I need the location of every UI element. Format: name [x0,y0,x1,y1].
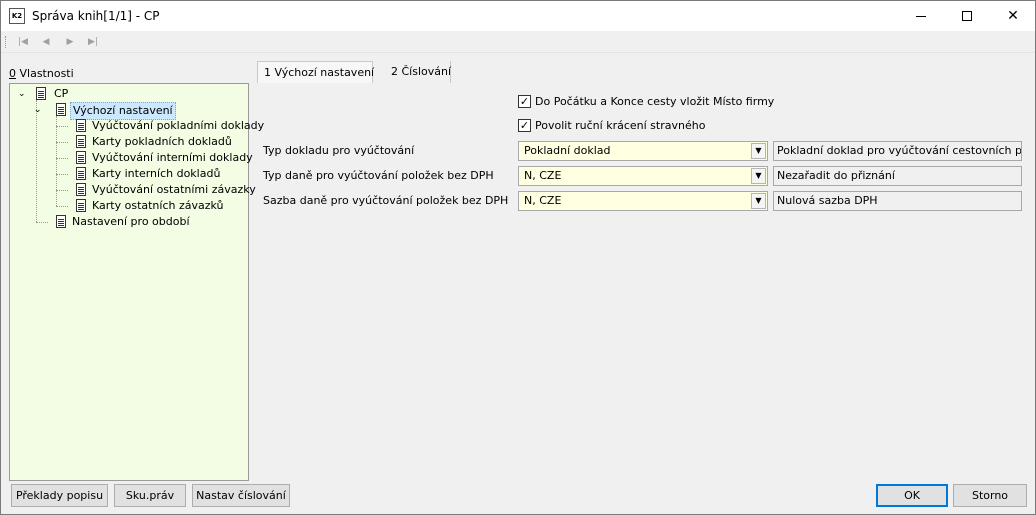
field-label-tax-rate: Sazba daně pro vyúčtování položek bez DP… [263,194,509,207]
combobox-value: Pokladní doklad [524,144,611,157]
tree-node-label: CP [54,87,69,100]
document-icon [76,183,86,196]
document-icon [76,167,86,180]
translations-button[interactable]: Překlady popisu [11,484,108,507]
tree-node-cp[interactable]: ⌄ CP [18,86,238,102]
tree-node-child[interactable]: Vyúčtování interními doklady [68,150,253,166]
combobox-value: N, CZE [524,169,562,182]
tab-numbering[interactable]: 2 Číslování [385,61,451,83]
dropdown-arrow-icon[interactable]: ▼ [751,168,766,184]
properties-label-text: Vlastnosti [16,67,74,80]
tree-connector [56,206,68,207]
checkbox-meal-reduction[interactable]: ✓ [518,119,531,132]
tax-rate-description: Nulová sazba DPH [773,191,1022,211]
tree-node-child[interactable]: Vyúčtování pokladními doklady [68,118,264,134]
document-icon [56,103,66,116]
close-icon: ✕ [1007,8,1019,24]
properties-hotkey: 0 [9,67,16,80]
tax-type-description: Nezařadit do přiznání [773,166,1022,186]
tree-node-label: Karty ostatních závazků [92,199,224,212]
document-icon [36,87,46,100]
document-type-combobox[interactable]: Pokladní doklad ▼ [518,141,768,161]
tree-node-label: Vyúčtování pokladními doklady [92,119,265,132]
tab-default-settings[interactable]: 1 Výchozí nastavení [257,61,374,83]
tree-node-child[interactable]: Karty pokladních dokladů [68,134,248,150]
document-type-description: Pokladní doklad pro vyúčtování cestovníc… [773,141,1022,161]
tree-node-label: Vyúčtování interními doklady [92,151,253,164]
maximize-button[interactable] [944,1,990,31]
app-logo-icon: K2 [9,8,25,24]
tree-node-child[interactable]: Vyúčtování ostatními závazky [68,182,256,198]
tax-type-combobox[interactable]: N, CZE ▼ [518,166,768,186]
tree-connector [56,116,57,206]
tree-connector [56,190,68,191]
checkbox-label: Povolit ruční krácení stravného [535,119,706,132]
properties-tree[interactable]: ⌄ CP ⌄ Výchozí nastavení Vyúčtování pokl… [9,83,264,481]
title-bar: K2 Správa knih[1/1] - CP ✕ [1,1,1035,31]
tree-connector [36,222,48,223]
set-numbering-button[interactable]: Nastav číslování [192,484,290,507]
record-navigation-bar: |◀ ◀ ▶ ▶| [1,31,1035,53]
maximize-icon [962,11,972,21]
field-label-document-type: Typ dokladu pro vyúčtování [263,144,415,157]
document-icon [76,135,86,148]
field-label-tax-type: Typ daně pro vyúčtování položek bez DPH [263,169,494,182]
tree-connector [56,174,68,175]
collapse-chevron-icon[interactable]: ⌄ [18,86,28,102]
dropdown-arrow-icon[interactable]: ▼ [751,143,766,159]
ok-button[interactable]: OK [876,484,948,507]
document-icon [56,215,66,228]
next-record-icon[interactable]: ▶ [62,35,78,49]
tree-node-label: Nastavení pro období [72,215,190,228]
minimize-icon [916,16,926,17]
dialog-window: K2 Správa knih[1/1] - CP ✕ |◀ ◀ ▶ ▶| 0 V… [0,0,1036,515]
cancel-button[interactable]: Storno [953,484,1027,507]
close-button[interactable]: ✕ [990,1,1036,31]
rights-groups-button[interactable]: Sku.práv [114,484,186,507]
toolbar-grip[interactable] [5,36,7,48]
tax-rate-combobox[interactable]: N, CZE ▼ [518,191,768,211]
collapse-chevron-icon[interactable]: ⌄ [34,102,44,118]
previous-record-icon[interactable]: ◀ [38,35,54,49]
checkbox-place-of-company[interactable]: ✓ [518,95,531,108]
checkmark-icon: ✓ [519,95,530,108]
document-icon [76,199,86,212]
tree-connector [36,100,37,222]
properties-label: 0 Vlastnosti [9,67,74,80]
last-record-icon[interactable]: ▶| [85,35,101,49]
tree-node-default-settings[interactable]: ⌄ Výchozí nastavení [34,102,234,120]
tree-node-label: Karty interních dokladů [92,167,221,180]
tree-node-period-settings[interactable]: Nastavení pro období [48,214,238,230]
checkmark-icon: ✓ [519,119,530,132]
minimize-button[interactable] [898,1,944,31]
document-icon [76,151,86,164]
checkbox-label: Do Počátku a Konce cesty vložit Místo fi… [535,95,775,108]
tree-node-label: Karty pokladních dokladů [92,135,232,148]
tree-connector [56,126,68,127]
tree-node-label: Vyúčtování ostatními závazky [92,183,256,196]
tree-node-child[interactable]: Karty ostatních závazků [68,198,248,214]
tree-connector [56,158,68,159]
first-record-icon[interactable]: |◀ [15,35,31,49]
window-title: Správa knih[1/1] - CP [32,9,160,23]
combobox-value: N, CZE [524,194,562,207]
tree-connector [56,142,68,143]
tree-node-child[interactable]: Karty interních dokladů [68,166,248,182]
document-icon [76,119,86,132]
dropdown-arrow-icon[interactable]: ▼ [751,193,766,209]
